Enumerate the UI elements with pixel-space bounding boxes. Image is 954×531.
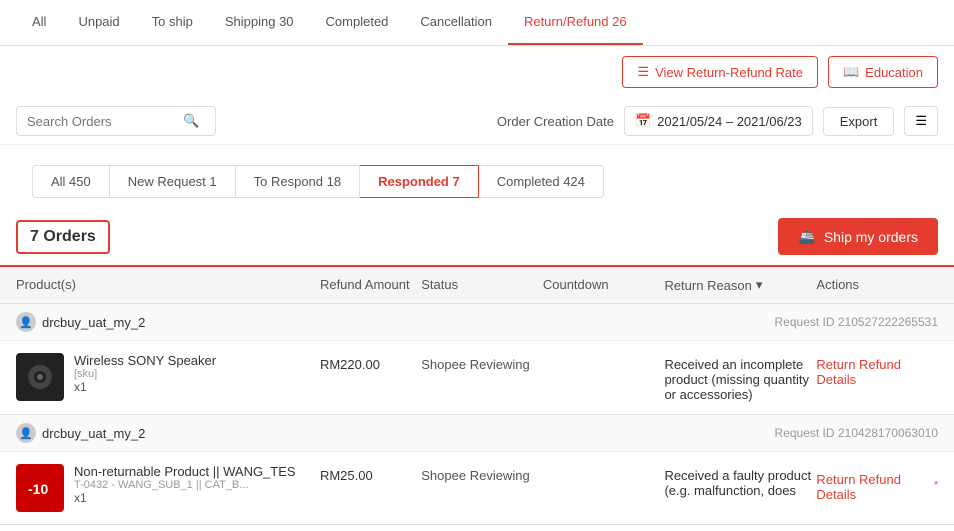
product-sku-2: T-0432 - WANG_SUB_1 || CAT_B... <box>74 479 296 491</box>
avatar-1: 👤 <box>16 312 36 332</box>
refund-amount-1: RM220.00 <box>320 353 421 372</box>
tab-all[interactable]: All <box>16 0 62 45</box>
calendar-icon: 📅 <box>635 113 651 129</box>
order-block-1: 👤 drcbuy_uat_my_2 Request ID 21052722226… <box>0 304 954 415</box>
menu-icon: ☰ <box>915 113 927 128</box>
countdown-2 <box>543 464 665 468</box>
product-cell-2: -10 Non-returnable Product || WANG_TES T… <box>16 464 320 512</box>
status-2: Shopee Reviewing <box>421 464 543 483</box>
chevron-down-icon: ▾ <box>756 277 763 293</box>
order-block-2: 👤 drcbuy_uat_my_2 Request ID 21042817006… <box>0 415 954 525</box>
product-qty-1: x1 <box>74 380 216 394</box>
sub-tab-new-request[interactable]: New Request 1 <box>110 165 236 198</box>
product-cell-1: Wireless SONY Speaker [sku] x1 <box>16 353 320 401</box>
list-icon: ☰ <box>637 64 649 80</box>
toolbar-row: ☰ View Return-Refund Rate 📖 Education <box>0 46 954 98</box>
seller-name-2: drcbuy_uat_my_2 <box>42 426 145 441</box>
product-name-2: Non-returnable Product || WANG_TES <box>74 464 296 479</box>
orders-header: 7 Orders 🚢 Ship my orders <box>0 208 954 265</box>
col-return-reason: Return Reason ▾ <box>664 277 816 293</box>
education-button[interactable]: 📖 Education <box>828 56 938 88</box>
col-refund-amount: Refund Amount <box>320 277 421 293</box>
top-nav: All Unpaid To ship Shipping 30 Completed… <box>0 0 954 46</box>
sub-tab-completed[interactable]: Completed 424 <box>479 165 604 198</box>
search-box[interactable]: 🔍 <box>16 106 216 136</box>
action-link-1[interactable]: Return Refund Details <box>816 353 938 387</box>
col-status: Status <box>421 277 543 293</box>
refund-amount-2: RM25.00 <box>320 464 421 483</box>
view-refund-label: View Return-Refund Rate <box>655 65 803 80</box>
product-row-2: -10 Non-returnable Product || WANG_TES T… <box>0 452 954 524</box>
countdown-1 <box>543 353 665 357</box>
tab-return-refund[interactable]: Return/Refund 26 <box>508 0 643 45</box>
reason-1: Received an incomplete product (missing … <box>664 353 816 402</box>
export-button[interactable]: Export <box>823 107 895 136</box>
action-link-2[interactable]: Return Refund Details <box>816 468 932 502</box>
ship-icon: 🚢 <box>798 228 815 245</box>
product-info-1: Wireless SONY Speaker [sku] x1 <box>74 353 216 394</box>
reason-2: Received a faulty product (e.g. malfunct… <box>664 464 816 498</box>
ship-btn-label: Ship my orders <box>824 229 918 245</box>
date-label: Order Creation Date <box>497 114 614 129</box>
request-id-1: Request ID 210527222265531 <box>775 315 938 329</box>
seller-info-1: 👤 drcbuy_uat_my_2 <box>16 312 145 332</box>
tab-shipping[interactable]: Shipping 30 <box>209 0 310 45</box>
tab-cancellation[interactable]: Cancellation <box>404 0 508 45</box>
sub-tab-to-respond[interactable]: To Respond 18 <box>236 165 360 198</box>
product-image-1 <box>16 353 64 401</box>
col-countdown: Countdown <box>543 277 665 293</box>
request-id-2: Request ID 210428170063010 <box>775 426 938 440</box>
date-range-value: 2021/05/24 – 2021/06/23 <box>657 114 802 129</box>
product-name-1: Wireless SONY Speaker <box>74 353 216 368</box>
product-row-1: Wireless SONY Speaker [sku] x1 RM220.00 … <box>0 341 954 414</box>
seller-name-1: drcbuy_uat_my_2 <box>42 315 145 330</box>
sub-tabs-container: All 450 New Request 1 To Respond 18 Resp… <box>0 145 954 208</box>
date-range-picker[interactable]: 📅 2021/05/24 – 2021/06/23 <box>624 106 813 136</box>
order-info-row-1: 👤 drcbuy_uat_my_2 Request ID 21052722226… <box>0 304 954 341</box>
tab-to-ship[interactable]: To ship <box>136 0 209 45</box>
sub-tabs: All 450 New Request 1 To Respond 18 Resp… <box>16 155 938 208</box>
tab-completed[interactable]: Completed <box>310 0 405 45</box>
sub-tab-all[interactable]: All 450 <box>32 165 110 198</box>
search-icon: 🔍 <box>183 113 199 129</box>
action-indicator-2: * <box>934 480 938 491</box>
avatar-2: 👤 <box>16 423 36 443</box>
view-return-refund-rate-button[interactable]: ☰ View Return-Refund Rate <box>622 56 818 88</box>
sub-tab-responded[interactable]: Responded 7 <box>360 165 479 198</box>
ship-my-orders-button[interactable]: 🚢 Ship my orders <box>778 218 938 255</box>
product-qty-2: x1 <box>74 491 296 505</box>
tab-unpaid[interactable]: Unpaid <box>62 0 135 45</box>
product-image-2: -10 <box>16 464 64 512</box>
product-sku-1: [sku] <box>74 368 216 380</box>
col-actions: Actions <box>816 277 938 293</box>
orders-count: 7 Orders <box>16 220 110 254</box>
table-header: Product(s) Refund Amount Status Countdow… <box>0 265 954 304</box>
svg-text:-10: -10 <box>28 481 48 497</box>
education-label: Education <box>865 65 923 80</box>
search-input[interactable] <box>27 114 177 129</box>
product-info-2: Non-returnable Product || WANG_TES T-043… <box>74 464 296 505</box>
order-info-row-2: 👤 drcbuy_uat_my_2 Request ID 21042817006… <box>0 415 954 452</box>
more-options-button[interactable]: ☰ <box>904 106 938 136</box>
return-reason-label: Return Reason <box>664 278 751 293</box>
seller-info-2: 👤 drcbuy_uat_my_2 <box>16 423 145 443</box>
col-products: Product(s) <box>16 277 320 293</box>
status-1: Shopee Reviewing <box>421 353 543 372</box>
filter-row: 🔍 Order Creation Date 📅 2021/05/24 – 202… <box>0 98 954 145</box>
book-icon: 📖 <box>843 64 859 80</box>
